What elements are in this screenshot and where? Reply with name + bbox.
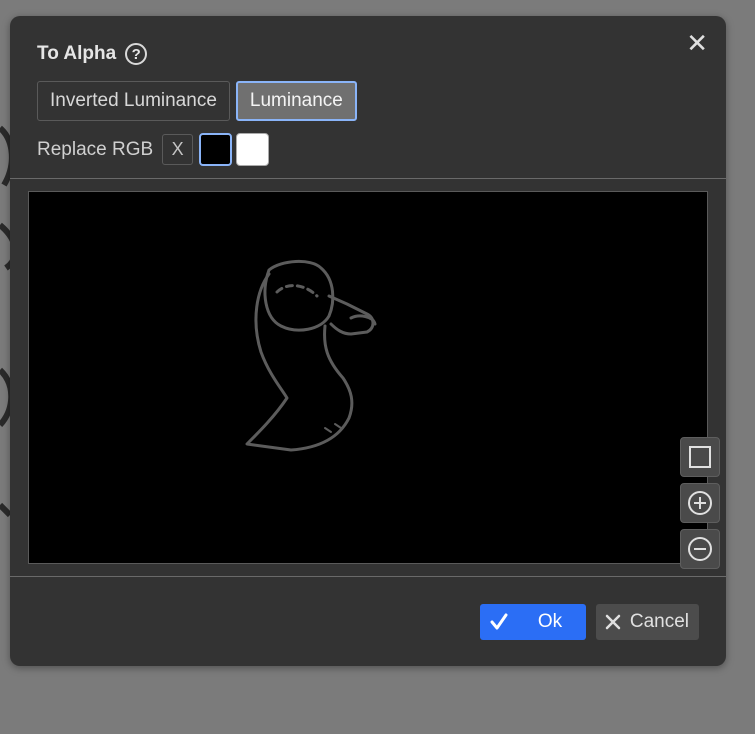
zoom-in-icon	[688, 491, 712, 515]
white-color-swatch[interactable]	[236, 133, 270, 166]
cancel-button[interactable]: Cancel	[595, 604, 699, 640]
mode-selector: Inverted Luminance Luminance	[37, 81, 357, 121]
zoom-in-button[interactable]	[680, 483, 720, 523]
to-alpha-dialog: To Alpha ? ✕ Inverted Luminance Luminanc…	[10, 16, 726, 666]
black-color-swatch[interactable]	[199, 133, 233, 166]
replace-rgb-off-button[interactable]: X	[162, 134, 194, 165]
ok-button[interactable]: Ok	[479, 604, 586, 640]
footer-buttons: Ok Cancel	[479, 604, 699, 640]
zoom-out-button[interactable]	[680, 529, 720, 569]
ok-label: Ok	[537, 611, 563, 632]
close-icon[interactable]: ✕	[686, 30, 708, 56]
fit-view-icon	[689, 446, 711, 468]
checkmark-icon	[490, 613, 508, 630]
dialog-title: To Alpha	[37, 43, 117, 64]
preview-canvas[interactable]	[28, 191, 708, 564]
preview-image	[245, 260, 377, 452]
footer-divider	[10, 576, 726, 577]
dialog-header: To Alpha ?	[37, 43, 148, 65]
zoom-out-icon	[688, 537, 712, 561]
replace-rgb-row: Replace RGB X	[37, 133, 270, 166]
close-icon	[605, 614, 621, 630]
cancel-label: Cancel	[629, 611, 689, 632]
luminance-button[interactable]: Luminance	[235, 81, 357, 121]
fit-view-button[interactable]	[680, 437, 720, 477]
inverted-luminance-button[interactable]: Inverted Luminance	[37, 81, 230, 121]
header-divider	[10, 178, 726, 179]
replace-rgb-label: Replace RGB	[37, 138, 154, 160]
help-icon[interactable]: ?	[125, 43, 148, 65]
